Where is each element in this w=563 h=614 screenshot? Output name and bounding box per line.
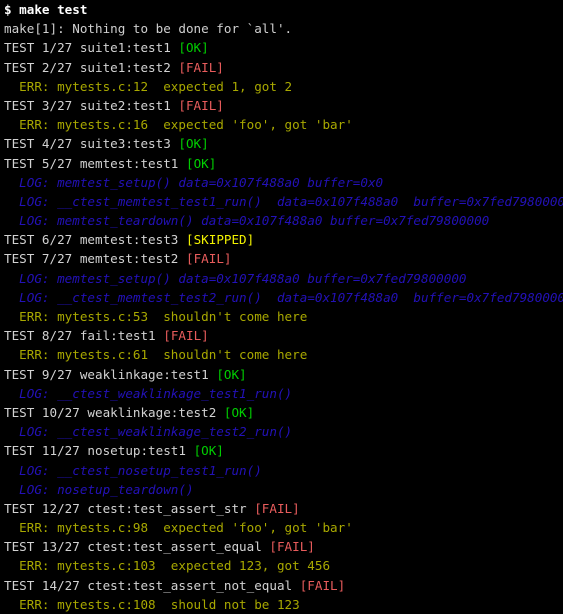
- terminal-segment-skipped: [SKIPPED]: [185, 232, 255, 248]
- terminal-segment-test: TEST 3/27 suite2:test1: [4, 97, 179, 113]
- terminal-line-err: ERR: mytests.c:12 expected 1, got 2: [0, 77, 563, 96]
- terminal-line-test: TEST 1/27 suite1:test1 [OK]: [0, 38, 563, 57]
- terminal-segment-log: LOG: nosetup_teardown(): [4, 481, 194, 497]
- terminal-segment-log: LOG: __ctest_nosetup_test1_run(): [4, 462, 262, 478]
- terminal-line-test: TEST 5/27 memtest:test1 [OK]: [0, 154, 563, 173]
- terminal-segment-fail: [FAIL]: [299, 577, 346, 593]
- terminal-line-err: ERR: mytests.c:53 shouldn't come here: [0, 307, 563, 326]
- terminal-segment-ok: [OK]: [223, 404, 255, 420]
- terminal-segment-test: TEST 1/27 suite1:test1: [4, 40, 179, 56]
- terminal-line-test: TEST 9/27 weaklinkage:test1 [OK]: [0, 365, 563, 384]
- terminal-segment-fail: [FAIL]: [254, 500, 300, 516]
- terminal-segment-test: TEST 12/27 ctest:test_assert_str: [4, 500, 255, 516]
- terminal-segment-test: TEST 9/27 weaklinkage:test1: [4, 366, 217, 382]
- terminal-line-test: TEST 11/27 nosetup:test1 [OK]: [0, 441, 563, 460]
- terminal-segment-test: TEST 5/27 memtest:test1: [4, 155, 186, 171]
- terminal-segment-log: LOG: __ctest_memtest_test2_run() data=0x…: [4, 289, 563, 305]
- terminal-segment-log: LOG: memtest_setup() data=0x107f488a0 bu…: [4, 174, 384, 190]
- terminal-output-pane[interactable]: $ make test make[1]: Nothing to be done f…: [0, 0, 563, 614]
- terminal-segment-log: LOG: __ctest_weaklinkage_test2_run(): [4, 424, 293, 440]
- terminal-segment-test: TEST 8/27 fail:test1: [4, 328, 164, 344]
- terminal-line-test: TEST 12/27 ctest:test_assert_str [FAIL]: [0, 499, 563, 518]
- terminal-segment-fail: [FAIL]: [163, 328, 209, 344]
- terminal-segment-fail: [FAIL]: [269, 539, 315, 555]
- terminal-segment-ok: [OK]: [193, 443, 224, 459]
- terminal-segment-err: ERR: mytests.c:16 expected 'foo', got 'b…: [4, 117, 353, 133]
- terminal-segment-ok: [OK]: [185, 155, 217, 171]
- terminal-segment-err: ERR: mytests.c:108 should not be 123: [4, 596, 300, 612]
- terminal-segment-test: TEST 6/27 memtest:test3: [4, 232, 186, 248]
- terminal-line-err: ERR: mytests.c:61 shouldn't come here: [0, 345, 563, 364]
- terminal-segment-err: ERR: mytests.c:12 expected 1, got 2: [4, 78, 293, 94]
- terminal-line-test: TEST 6/27 memtest:test3 [SKIPPED]: [0, 230, 563, 249]
- terminal-segment-log: LOG: __ctest_memtest_test1_run() data=0x…: [4, 193, 563, 209]
- terminal-segment-log: LOG: memtest_teardown() data=0x107f488a0…: [4, 213, 490, 229]
- terminal-segment-log: LOG: __ctest_weaklinkage_test1_run(): [4, 385, 293, 401]
- terminal-segment-err: ERR: mytests.c:53 shouldn't come here: [4, 309, 308, 324]
- terminal-line-test: TEST 10/27 weaklinkage:test2 [OK]: [0, 403, 563, 422]
- terminal-line-log: LOG: memtest_teardown() data=0x107f488a0…: [0, 211, 563, 230]
- terminal-line-test: TEST 4/27 suite3:test3 [OK]: [0, 134, 563, 153]
- terminal-segment-test: TEST 13/27 ctest:test_assert_equal: [4, 539, 270, 555]
- terminal-line-test: TEST 8/27 fail:test1 [FAIL]: [0, 326, 563, 345]
- terminal-line-err: ERR: mytests.c:98 expected 'foo', got 'b…: [0, 518, 563, 537]
- terminal-segment-test: TEST 2/27 suite1:test2: [4, 59, 179, 75]
- terminal-segment-err: ERR: mytests.c:103 expected 123, got 456: [4, 558, 331, 574]
- terminal-line-log: LOG: __ctest_weaklinkage_test2_run(): [0, 422, 563, 441]
- terminal-segment-fail: [FAIL]: [185, 251, 232, 267]
- terminal-segment-test: TEST 4/27 suite3:test3: [4, 136, 179, 152]
- terminal-line-test: TEST 2/27 suite1:test2 [FAIL]: [0, 58, 563, 77]
- terminal-line-test: TEST 13/27 ctest:test_assert_equal [FAIL…: [0, 537, 563, 556]
- terminal-segment-log: LOG: memtest_setup() data=0x107f488a0 bu…: [4, 270, 467, 286]
- terminal-segment-test: TEST 11/27 nosetup:test1: [4, 443, 194, 459]
- terminal-line-err: ERR: mytests.c:16 expected 'foo', got 'b…: [0, 115, 563, 134]
- terminal-line-output: make[1]: Nothing to be done for `all'.: [0, 19, 563, 38]
- terminal-line-err: ERR: mytests.c:103 expected 123, got 456: [0, 556, 563, 575]
- terminal-segment-fail: [FAIL]: [178, 59, 224, 75]
- terminal-line-log: LOG: __ctest_memtest_test2_run() data=0x…: [0, 288, 563, 307]
- terminal-line-log: LOG: nosetup_teardown(): [0, 480, 563, 499]
- terminal-segment-ok: [OK]: [216, 366, 247, 382]
- terminal-segment-plain: make[1]: Nothing to be done for `all'.: [4, 21, 293, 37]
- terminal-line-test: TEST 3/27 suite2:test1 [FAIL]: [0, 96, 563, 115]
- terminal-line-log: LOG: memtest_setup() data=0x107f488a0 bu…: [0, 269, 563, 288]
- terminal-segment-ok: [OK]: [178, 40, 209, 56]
- terminal-line-log: LOG: __ctest_nosetup_test1_run(): [0, 461, 563, 480]
- terminal-line-test: TEST 7/27 memtest:test2 [FAIL]: [0, 249, 563, 268]
- terminal-segment-err: ERR: mytests.c:61 shouldn't come here: [4, 347, 308, 363]
- terminal-segment-prompt: $ make test: [4, 2, 88, 17]
- terminal-line-err: ERR: mytests.c:108 should not be 123: [0, 595, 563, 614]
- terminal-line-test: TEST 14/27 ctest:test_assert_not_equal […: [0, 576, 563, 595]
- terminal-segment-test: TEST 14/27 ctest:test_assert_not_equal: [4, 577, 300, 593]
- terminal-segment-err: ERR: mytests.c:98 expected 'foo', got 'b…: [4, 520, 353, 536]
- terminal-line-log: LOG: memtest_setup() data=0x107f488a0 bu…: [0, 173, 563, 192]
- terminal-line-prompt: $ make test: [0, 0, 563, 19]
- terminal-segment-fail: [FAIL]: [178, 97, 224, 113]
- terminal-segment-test: TEST 7/27 memtest:test2: [4, 251, 186, 267]
- terminal-segment-test: TEST 10/27 weaklinkage:test2: [4, 404, 224, 420]
- terminal-segment-ok: [OK]: [178, 136, 209, 152]
- terminal-line-log: LOG: __ctest_weaklinkage_test1_run(): [0, 384, 563, 403]
- terminal-line-log: LOG: __ctest_memtest_test1_run() data=0x…: [0, 192, 563, 211]
